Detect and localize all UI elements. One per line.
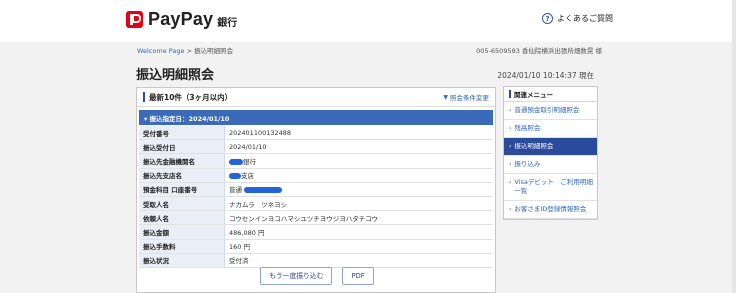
related-menu-title: 関連メニュー bbox=[514, 91, 553, 99]
brand-suffix: 銀行 bbox=[217, 17, 238, 29]
related-menu: 関連メニュー › 普通預金取引明細照会 › 残高照会 › 振込明細照会 › 振り込み ›… bbox=[503, 86, 598, 220]
panel-title: 最新10件（3ヶ月以内） bbox=[149, 92, 233, 102]
row-value: 普通 bbox=[229, 186, 242, 195]
redaction-mark bbox=[244, 187, 283, 194]
row-value: 160 円 bbox=[224, 239, 493, 254]
menu-item-balance[interactable]: › 残高照会 bbox=[504, 120, 597, 138]
row-label: 依頼人名 bbox=[139, 210, 225, 226]
retransfer-button[interactable]: もう一度振り込む bbox=[260, 267, 333, 285]
table-row: 受付番号 202401100132488 bbox=[139, 126, 493, 141]
faq-label: よくあるご質問 bbox=[557, 14, 613, 23]
panel-header: 最新10件（3ヶ月以内） ▼ 照会条件変更 bbox=[137, 88, 495, 107]
heading-accent-bar bbox=[143, 92, 145, 102]
page-scrollbar[interactable] bbox=[732, 0, 736, 293]
table-row: 振込手数料 160 円 bbox=[139, 239, 493, 254]
row-value: 銀行 bbox=[243, 157, 256, 166]
row-label: 振込先金融機関名 bbox=[139, 153, 225, 169]
triangle-down-icon: ▼ bbox=[443, 93, 448, 101]
menu-item-label: Visaデビット ご利用明細一覧 bbox=[514, 178, 593, 195]
pdf-button[interactable]: PDF bbox=[342, 267, 374, 285]
row-value-cell: 支店 bbox=[224, 168, 493, 183]
as-of-timestamp: 2024/01/10 10:14:37 現在 bbox=[497, 71, 594, 80]
row-value-cell: 銀行 bbox=[224, 153, 493, 169]
row-label: 受付番号 bbox=[139, 126, 225, 141]
table-row: 振込先支店名 支店 bbox=[139, 168, 493, 183]
menu-item-transfer[interactable]: › 振り込み bbox=[504, 156, 597, 174]
chevron-right-icon: › bbox=[509, 107, 512, 114]
faq-link[interactable]: ? よくあるご質問 bbox=[542, 13, 613, 24]
chevron-right-icon: › bbox=[509, 206, 512, 213]
menu-item-label: 残高照会 bbox=[514, 124, 541, 132]
row-label: 振込受付日 bbox=[139, 139, 225, 155]
table-row: 振込状況 受付済 bbox=[139, 253, 493, 268]
row-label: 振込金額 bbox=[139, 224, 225, 240]
table-row: 預金科目 口座番号 普通 bbox=[139, 182, 493, 197]
row-label: 振込状況 bbox=[139, 253, 225, 268]
change-conditions-link[interactable]: ▼ 照会条件変更 bbox=[443, 92, 489, 103]
row-value: 202401100132488 bbox=[224, 126, 493, 141]
menu-item-label: 振り込み bbox=[514, 160, 541, 168]
action-buttons: もう一度振り込む PDF bbox=[137, 267, 497, 285]
breadcrumb-separator: > bbox=[184, 47, 195, 55]
menu-item-label: 普通預金取引明細照会 bbox=[514, 106, 580, 114]
paypay-logo-icon bbox=[126, 11, 143, 28]
menu-item-savings-history[interactable]: › 普通預金取引明細照会 bbox=[504, 102, 597, 120]
change-conditions-label: 照会条件変更 bbox=[450, 94, 489, 102]
table-row: 受取人名 ナカムラ ツネヨシ bbox=[139, 196, 493, 212]
chevron-right-icon: › bbox=[509, 125, 512, 132]
menu-item-label: お客さまID登録情報照会 bbox=[514, 205, 587, 213]
brand-name: PayPay bbox=[148, 9, 214, 29]
menu-item-customer-id[interactable]: › お客さまID登録情報照会 bbox=[504, 201, 597, 219]
heading-accent-bar bbox=[509, 90, 511, 98]
row-label: 預金科目 口座番号 bbox=[139, 182, 225, 197]
chevron-right-icon: › bbox=[509, 161, 512, 168]
row-value: 2024/01/10 bbox=[224, 139, 493, 155]
transfer-detail-panel: 最新10件（3ヶ月以内） ▼ 照会条件変更 ▾ 振込指定日：2024/01/10… bbox=[136, 87, 496, 293]
redaction-mark bbox=[229, 173, 241, 180]
menu-item-visa-debit[interactable]: › Visaデビット ご利用明細一覧 bbox=[504, 174, 597, 201]
row-value: 486,080 円 bbox=[224, 224, 493, 240]
chevron-right-icon: › bbox=[509, 143, 512, 150]
row-value: 受付済 bbox=[224, 253, 493, 268]
top-header: PayPay 銀行 ? よくあるご質問 bbox=[0, 0, 736, 42]
transfer-detail-table: 受付番号 202401100132488 振込受付日 2024/01/10 振込… bbox=[139, 126, 493, 268]
row-value: ナカムラ ツネヨシ bbox=[224, 196, 493, 212]
breadcrumb-home-link[interactable]: Welcome Page bbox=[137, 47, 185, 55]
paypay-bank-logo[interactable]: PayPay 銀行 bbox=[126, 9, 237, 30]
menu-item-transfer-details[interactable]: › 振込明細照会 bbox=[504, 138, 597, 156]
account-info: 005-6509583 香仙院横浜出張所畑数晃 様 bbox=[476, 47, 602, 55]
transfer-date-header[interactable]: ▾ 振込指定日：2024/01/10 bbox=[139, 110, 493, 125]
row-label: 振込手数料 bbox=[139, 239, 225, 254]
question-circle-icon: ? bbox=[542, 13, 553, 24]
row-value: 支店 bbox=[241, 172, 254, 181]
breadcrumb-current: 振込明細照会 bbox=[194, 47, 234, 55]
row-label: 受取人名 bbox=[139, 196, 225, 212]
table-row: 振込金額 486,080 円 bbox=[139, 224, 493, 240]
menu-item-label: 振込明細照会 bbox=[514, 142, 554, 150]
table-row: 振込先金融機関名 銀行 bbox=[139, 153, 493, 169]
chevron-right-icon: › bbox=[509, 179, 512, 186]
table-row: 依頼人名 コウセンインヨコハマシユツチヨウジヨハタチコウ bbox=[139, 210, 493, 226]
breadcrumb: Welcome Page > 振込明細照会 bbox=[137, 45, 233, 55]
row-value-cell: 普通 bbox=[224, 182, 493, 197]
redaction-mark bbox=[229, 158, 243, 165]
row-label: 振込先支店名 bbox=[139, 168, 225, 183]
row-value: コウセンインヨコハマシユツチヨウジヨハタチコウ bbox=[224, 210, 493, 226]
related-menu-header: 関連メニュー bbox=[504, 87, 597, 102]
table-row: 振込受付日 2024/01/10 bbox=[139, 139, 493, 155]
page-title: 振込明細照会 bbox=[136, 68, 215, 83]
